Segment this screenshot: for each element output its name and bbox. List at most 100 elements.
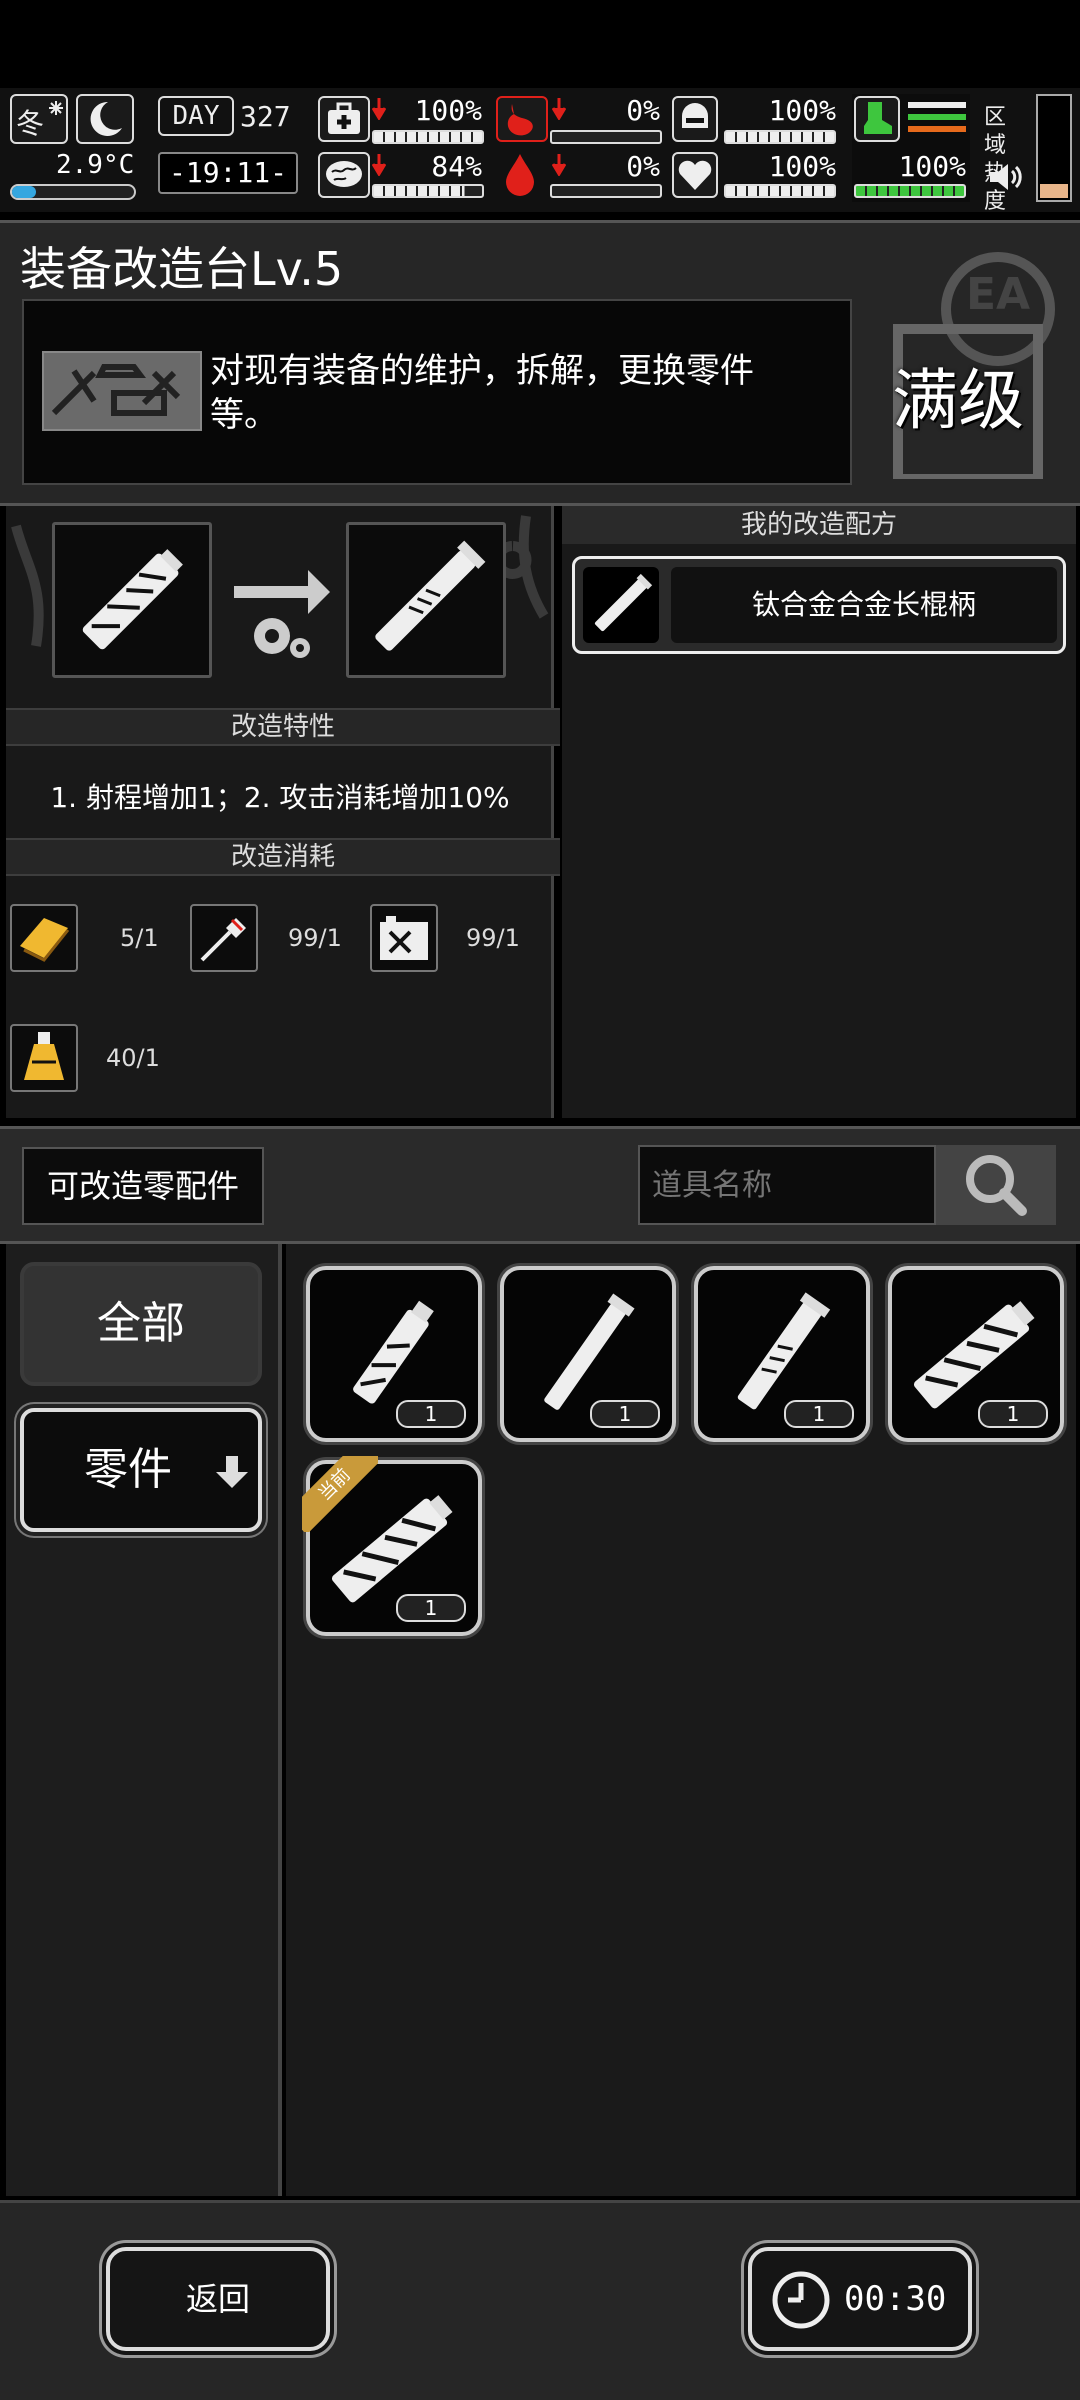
part-card[interactable]: 1	[306, 1266, 482, 1442]
stamina-bar	[854, 184, 966, 198]
stamina-icon-box	[854, 96, 900, 142]
search-button[interactable]	[936, 1145, 1056, 1225]
snowflake-icon	[49, 101, 63, 115]
zone-heat-fill	[1040, 184, 1068, 198]
status-hud: 冬 2.9°C DAY 327 -19:11- 100% 0% 100% 84%…	[0, 88, 1080, 214]
part-card-current[interactable]: 1 当前	[302, 1456, 482, 1636]
titanium-handle-icon	[594, 573, 653, 632]
modifiable-parts-label: 可改造零配件	[46, 1167, 239, 1205]
station-header: 装备改造台Lv.5 对现有装备的维护，拆解，更换零件等。 EA 满级	[0, 220, 1080, 506]
timer-value: 00:30	[844, 2279, 947, 2319]
medkit-box	[318, 96, 370, 142]
part-card[interactable]: 1	[500, 1266, 676, 1442]
station-title: 装备改造台Lv.5	[20, 242, 344, 296]
blood-drop-icon	[506, 154, 534, 196]
blood-box	[496, 152, 548, 198]
titanium-handle-icon	[375, 540, 486, 651]
sanity-bar	[372, 184, 484, 198]
source-part-slot[interactable]	[52, 522, 212, 678]
cost-value-oil: 40/1	[106, 1044, 160, 1072]
stamina-value: 100%	[898, 150, 966, 183]
badge-letters: EA	[966, 269, 1031, 320]
hunger-value: 0%	[626, 94, 660, 127]
medkit-icon	[328, 102, 360, 134]
tools-icon	[44, 353, 200, 429]
part-quantity: 1	[784, 1400, 854, 1428]
stomach-icon	[507, 104, 533, 136]
cost-value-gold: 5/1	[120, 924, 159, 952]
zone-heat-label: 区域热度	[984, 105, 1007, 214]
stamina-panel: 100%	[852, 94, 970, 202]
tab-parts[interactable]: 零件	[20, 1408, 262, 1532]
part-card[interactable]: 1	[888, 1266, 1064, 1442]
screwdriver-icon	[200, 918, 246, 962]
parts-toolbar: 可改造零配件	[0, 1126, 1080, 1244]
season-label: 冬	[16, 107, 45, 140]
part-card[interactable]: 1	[694, 1266, 870, 1442]
recipe-item[interactable]: 钛合金合金长棍柄	[572, 556, 1066, 654]
recipe-item-label-box: 钛合金合金长棍柄	[671, 567, 1057, 643]
armor-bar	[724, 130, 836, 144]
search-input[interactable]	[638, 1145, 936, 1225]
modifiable-parts-label-box: 可改造零配件	[22, 1147, 264, 1225]
temperature-value: 2.9°C	[56, 150, 135, 180]
hunger-bar	[550, 130, 662, 144]
back-button-label: 返回	[185, 2280, 250, 2318]
back-button[interactable]: 返回	[106, 2247, 330, 2351]
health-value: 100%	[414, 94, 482, 127]
clock-icon	[772, 2271, 830, 2329]
traits-text: 1. 射程增加1；2. 攻击消耗增加10%	[50, 781, 510, 814]
heart-box	[672, 152, 718, 198]
tab-parts-label: 零件	[84, 1444, 172, 1495]
footer-bar: 返回 00:30	[0, 2200, 1080, 2400]
battery-icon	[380, 916, 428, 960]
traits-header: 改造特性	[6, 708, 560, 746]
parts-grid: 1 1 1 1 1 当前	[286, 1244, 1076, 2196]
tab-all-label: 全部	[97, 1298, 185, 1349]
stamina-stripes	[908, 102, 966, 138]
timer-button[interactable]: 00:30	[748, 2247, 972, 2351]
cost-header: 改造消耗	[6, 838, 560, 876]
brain-icon	[326, 161, 362, 187]
current-tag: 当前	[302, 1456, 378, 1532]
bleeding-bar	[550, 184, 662, 198]
cost-item-gold[interactable]	[10, 904, 78, 972]
current-tag-label: 当前	[314, 1464, 355, 1505]
day-number: 327	[240, 100, 291, 133]
heart-bar	[724, 184, 836, 198]
season-box: 冬	[10, 94, 68, 144]
cost-value-battery: 99/1	[466, 924, 520, 952]
station-description: 对现有装备的维护，拆解，更换零件等。	[210, 351, 754, 435]
max-level-label: 满级	[892, 362, 1024, 439]
workbench-image	[42, 351, 202, 431]
brain-box	[318, 152, 370, 198]
bleeding-value: 0%	[626, 150, 660, 183]
cost-item-battery[interactable]	[370, 904, 438, 972]
armor-value: 100%	[768, 94, 836, 127]
description-box: 对现有装备的维护，拆解，更换零件等。	[22, 299, 852, 485]
recipe-item-thumb	[583, 567, 659, 643]
heart-value: 100%	[768, 150, 836, 183]
max-level-badge: EA 满级	[880, 252, 1056, 483]
boot-icon	[864, 102, 892, 134]
part-quantity: 1	[590, 1400, 660, 1428]
helmet-icon	[682, 103, 708, 128]
tab-all[interactable]: 全部	[20, 1262, 262, 1386]
cost-item-screwdriver[interactable]	[190, 904, 258, 972]
cost-value-screwdriver: 99/1	[288, 924, 342, 952]
transform-arrow-icon	[234, 570, 330, 658]
recipes-header: 我的改造配方	[562, 506, 1076, 544]
recipes-panel: 我的改造配方 钛合金合金长棍柄	[562, 506, 1076, 1118]
arrow-down-icon	[216, 1456, 248, 1488]
result-part-slot[interactable]	[346, 522, 506, 678]
recipe-item-label: 钛合金合金长棍柄	[751, 588, 976, 621]
clock-time: -19:11-	[168, 156, 287, 189]
day-label: DAY	[172, 101, 220, 131]
speaker-icon[interactable]	[988, 162, 1024, 192]
armor-box	[672, 96, 718, 142]
temperature-bar	[10, 184, 136, 200]
zone-heat-meter	[1036, 94, 1072, 202]
stomach-box	[496, 96, 548, 142]
night-box	[76, 94, 134, 144]
cost-item-oil[interactable]	[10, 1024, 78, 1092]
